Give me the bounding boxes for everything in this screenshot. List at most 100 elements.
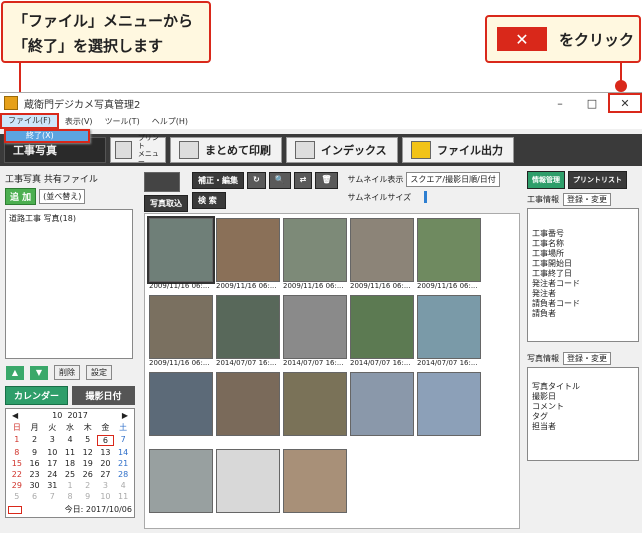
calendar-day[interactable]: 3 bbox=[97, 481, 115, 490]
move-up-button[interactable]: ▲ bbox=[6, 365, 24, 380]
photo-thumbnail[interactable] bbox=[149, 372, 213, 436]
calendar-day[interactable]: 29 bbox=[8, 481, 26, 490]
calendar-day[interactable]: 23 bbox=[26, 470, 44, 479]
photo-thumbnail[interactable] bbox=[283, 372, 347, 436]
photo-thumbnail[interactable] bbox=[216, 218, 280, 282]
photo-field-label: 担当者 bbox=[532, 422, 556, 431]
photo-edit-button[interactable]: 登録・変更 bbox=[563, 352, 611, 365]
delete-button[interactable]: 削除 bbox=[54, 365, 80, 380]
batch-print-button[interactable]: まとめて印刷 bbox=[170, 137, 282, 163]
photo-thumbnail[interactable] bbox=[147, 216, 215, 284]
calendar-day[interactable]: 10 bbox=[97, 492, 115, 501]
photo-thumbnail[interactable] bbox=[216, 372, 280, 436]
print-menu-button[interactable]: プリント メニュー bbox=[110, 134, 166, 166]
move-down-button[interactable]: ▼ bbox=[30, 365, 48, 380]
thumb-size-slider[interactable] bbox=[424, 191, 428, 203]
calendar-day[interactable]: 1 bbox=[8, 435, 26, 446]
photo-thumbnail[interactable] bbox=[283, 295, 347, 359]
trash-icon[interactable]: 🗑 bbox=[315, 172, 338, 189]
zoom-icon[interactable]: 🔍 bbox=[268, 172, 291, 189]
capture-button[interactable]: 写真取込 bbox=[144, 195, 188, 212]
calendar-day[interactable]: 24 bbox=[43, 470, 61, 479]
calendar-day[interactable]: 9 bbox=[79, 492, 97, 501]
photo-thumbnail[interactable] bbox=[417, 295, 481, 359]
index-button[interactable]: インデックス bbox=[286, 137, 398, 163]
calendar-day[interactable]: 25 bbox=[61, 470, 79, 479]
today-swatch bbox=[8, 505, 22, 514]
settings-button[interactable]: 設定 bbox=[86, 365, 112, 380]
calendar-day[interactable]: 9 bbox=[26, 448, 44, 457]
photo-thumbnail[interactable] bbox=[350, 218, 414, 282]
photo-thumbnail[interactable] bbox=[149, 449, 213, 513]
calendar-day[interactable]: 14 bbox=[114, 448, 132, 457]
prev-month-button[interactable]: ◀ bbox=[12, 411, 18, 420]
calendar-day[interactable]: 7 bbox=[43, 492, 61, 501]
print-list-tab[interactable]: プリントリスト bbox=[568, 171, 627, 189]
menu-view[interactable]: 表示(V) bbox=[59, 116, 99, 127]
calendar-day[interactable]: 31 bbox=[43, 481, 61, 490]
calendar-day[interactable]: 1 bbox=[61, 481, 79, 490]
title-bar: 蔵衛門デジカメ写真管理2 – □ ✕ bbox=[0, 93, 642, 113]
calendar-day[interactable]: 30 bbox=[26, 481, 44, 490]
maximize-button[interactable]: □ bbox=[576, 93, 608, 113]
menu-item-exit[interactable]: 終了(X) bbox=[6, 131, 88, 141]
calendar-day[interactable]: 22 bbox=[8, 470, 26, 479]
calendar-day[interactable]: 2 bbox=[26, 435, 44, 446]
calendar-day[interactable]: 28 bbox=[114, 470, 132, 479]
photo-thumbnail[interactable] bbox=[417, 218, 481, 282]
calendar-day[interactable]: 26 bbox=[79, 470, 97, 479]
calendar-day[interactable]: 21 bbox=[114, 459, 132, 468]
menu-file[interactable]: ファイル(F) bbox=[0, 113, 59, 129]
menu-tools[interactable]: ツール(T) bbox=[99, 116, 146, 127]
next-month-button[interactable]: ▶ bbox=[122, 411, 128, 420]
calendar-day[interactable]: 13 bbox=[97, 448, 115, 457]
photo-thumbnail[interactable] bbox=[283, 218, 347, 282]
add-button[interactable]: 追 加 bbox=[5, 188, 37, 205]
edit-button[interactable]: 補正・編集 bbox=[192, 172, 244, 189]
photo-thumbnail[interactable] bbox=[149, 295, 213, 359]
calendar-day[interactable]: 10 bbox=[43, 448, 61, 457]
photo-thumbnail[interactable] bbox=[216, 295, 280, 359]
shot-date-tab[interactable]: 撮影日付 bbox=[72, 386, 135, 405]
calendar-day[interactable]: 6 bbox=[96, 435, 115, 446]
calendar-day[interactable]: 8 bbox=[8, 448, 26, 457]
calendar-day[interactable]: 17 bbox=[43, 459, 61, 468]
calendar-day[interactable]: 15 bbox=[8, 459, 26, 468]
calendar-day[interactable]: 19 bbox=[79, 459, 97, 468]
calendar-day[interactable]: 3 bbox=[43, 435, 61, 446]
calendar-day[interactable]: 5 bbox=[79, 435, 97, 446]
calendar-day[interactable]: 8 bbox=[61, 492, 79, 501]
menu-help[interactable]: ヘルプ(H) bbox=[146, 116, 194, 127]
calendar-day[interactable]: 11 bbox=[114, 492, 132, 501]
photo-thumbnail[interactable] bbox=[417, 372, 481, 436]
sort-select[interactable]: (並べ替え) bbox=[39, 189, 86, 204]
calendar-day[interactable]: 27 bbox=[97, 470, 115, 479]
search-button[interactable]: 検 索 bbox=[192, 192, 226, 209]
file-output-button[interactable]: ファイル出力 bbox=[402, 137, 514, 163]
home-label: 工事写真 bbox=[13, 144, 57, 157]
photo-thumbnail[interactable] bbox=[350, 372, 414, 436]
project-edit-button[interactable]: 登録・変更 bbox=[563, 193, 611, 206]
photo-thumbnail[interactable] bbox=[350, 295, 414, 359]
close-button[interactable]: ✕ bbox=[608, 93, 642, 113]
calendar-day[interactable]: 7 bbox=[114, 435, 132, 446]
calendar-tab[interactable]: カレンダー bbox=[5, 386, 68, 405]
calendar-day[interactable]: 18 bbox=[61, 459, 79, 468]
tree-item-road-work[interactable]: 道路工事 写真(18) bbox=[9, 213, 129, 224]
calendar-day[interactable]: 16 bbox=[26, 459, 44, 468]
calendar-day[interactable]: 20 bbox=[97, 459, 115, 468]
swap-icon[interactable]: ⇄ bbox=[293, 172, 313, 189]
calendar-day[interactable]: 11 bbox=[61, 448, 79, 457]
info-mgmt-tab[interactable]: 情報管理 bbox=[527, 171, 565, 189]
calendar-day[interactable]: 5 bbox=[8, 492, 26, 501]
minimize-button[interactable]: – bbox=[544, 93, 576, 113]
calendar-day[interactable]: 6 bbox=[26, 492, 44, 501]
calendar-day[interactable]: 4 bbox=[114, 481, 132, 490]
photo-thumbnail[interactable] bbox=[216, 449, 280, 513]
calendar-day[interactable]: 12 bbox=[79, 448, 97, 457]
thumb-display-select[interactable]: スクエア/撮影日順/日付 bbox=[406, 172, 500, 187]
rotate-icon[interactable]: ↻ bbox=[247, 172, 266, 189]
calendar-day[interactable]: 4 bbox=[61, 435, 79, 446]
calendar-day[interactable]: 2 bbox=[79, 481, 97, 490]
photo-thumbnail[interactable] bbox=[283, 449, 347, 513]
